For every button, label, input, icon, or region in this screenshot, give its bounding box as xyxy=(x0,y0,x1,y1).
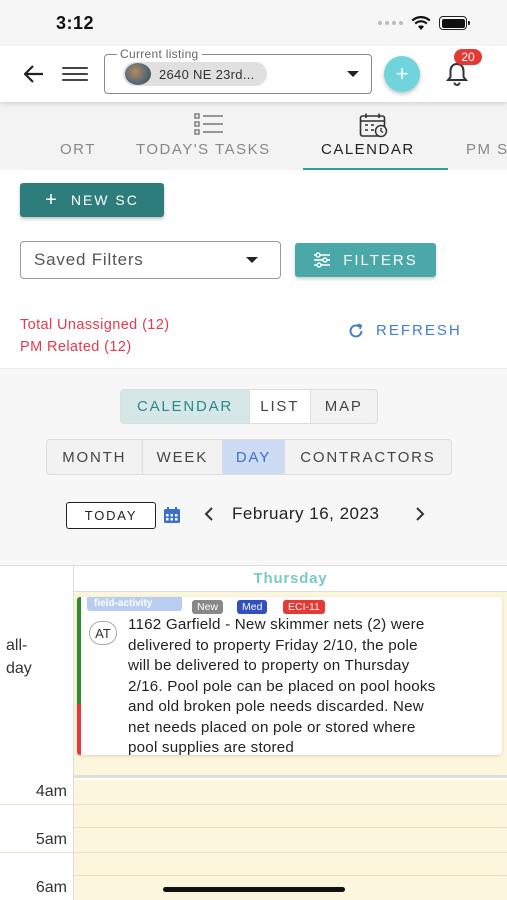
tab-pm-schedule[interactable]: PM S xyxy=(466,102,507,170)
time-slot-row: 5am xyxy=(0,828,507,876)
pm-related-link[interactable]: PM Related (12) xyxy=(20,339,132,355)
time-label: 5am xyxy=(35,831,67,848)
active-tab-indicator xyxy=(303,168,448,170)
view-calendar-button[interactable]: CALENDAR xyxy=(121,390,250,423)
battery-icon xyxy=(439,16,470,30)
tab-report[interactable]: ORT xyxy=(60,102,96,170)
wifi-icon xyxy=(411,15,431,30)
notification-count-badge: 20 xyxy=(454,49,482,65)
tab-calendar[interactable]: CALENDAR xyxy=(321,102,415,170)
range-day-button[interactable]: DAY xyxy=(223,440,285,474)
new-sc-button[interactable]: + NEW SC xyxy=(20,183,164,217)
plus-icon: + xyxy=(45,189,59,211)
status-icons xyxy=(378,15,470,31)
refresh-icon xyxy=(349,323,363,337)
status-bar: 3:12 xyxy=(0,0,507,46)
chevron-down-icon[interactable] xyxy=(246,257,258,263)
current-listing-select[interactable]: Current listing 2640 NE 23rd... xyxy=(104,47,372,94)
tab-label: TODAY'S TASKS xyxy=(136,141,271,158)
listing-chip-text: 2640 NE 23rd... xyxy=(159,66,255,82)
refresh-button[interactable]: REFRESH xyxy=(348,322,462,339)
signal-icon xyxy=(378,21,403,25)
current-date-title: February 16, 2023 xyxy=(232,504,380,523)
calendar-picker-icon[interactable] xyxy=(163,506,181,524)
day-grid: Thursday all- day field-activity New Med… xyxy=(0,565,507,900)
tabs-bar: ORT TODAY'S TASKS CALENDAR PM S xyxy=(0,102,507,170)
chevron-down-icon[interactable] xyxy=(347,71,359,77)
grid-divider xyxy=(73,566,74,900)
refresh-label: REFRESH xyxy=(376,322,462,339)
tab-label: CALENDAR xyxy=(321,141,415,158)
new-sc-label: NEW SC xyxy=(70,192,139,208)
day-header: Thursday xyxy=(74,566,507,592)
home-indicator xyxy=(163,887,345,892)
checklist-icon xyxy=(194,113,223,135)
event-status-bar-green xyxy=(77,597,81,704)
allday-label: all- day xyxy=(6,637,32,677)
notifications-button[interactable]: 20 xyxy=(442,49,482,89)
tab-label: ORT xyxy=(60,141,96,158)
filters-label: FILTERS xyxy=(343,251,418,269)
back-arrow-icon[interactable] xyxy=(22,62,46,86)
priority-badge-med: Med xyxy=(237,600,268,614)
filters-button[interactable]: FILTERS xyxy=(295,243,436,277)
event-card[interactable]: field-activity New Med ECI-11 AT 1162 Ga… xyxy=(77,597,502,756)
bell-icon xyxy=(446,62,468,86)
event-type-tag: field-activity xyxy=(87,597,182,611)
range-mode-toggle: MONTH WEEK DAY CONTRACTORS xyxy=(46,439,452,475)
sliders-icon xyxy=(314,252,331,268)
status-badge-new: New xyxy=(192,600,224,614)
add-button[interactable]: + xyxy=(384,56,420,92)
eci-badge: ECI-11 xyxy=(283,600,325,614)
tab-label: PM S xyxy=(466,141,507,158)
assignee-avatar: AT xyxy=(89,621,117,645)
event-status-bar-red xyxy=(77,704,81,755)
range-month-button[interactable]: MONTH xyxy=(47,440,143,474)
saved-filters-select[interactable]: Saved Filters xyxy=(20,241,281,279)
total-unassigned-link[interactable]: Total Unassigned (12) xyxy=(20,317,169,333)
chevron-left-icon[interactable] xyxy=(203,505,215,523)
range-contractors-button[interactable]: CONTRACTORS xyxy=(285,440,451,474)
today-button[interactable]: TODAY xyxy=(66,502,156,529)
app-header: Current listing 2640 NE 23rd... + 20 xyxy=(0,46,507,102)
view-mode-toggle: CALENDAR LIST MAP xyxy=(120,389,378,424)
view-list-button[interactable]: LIST xyxy=(249,390,311,423)
listing-chip[interactable]: 2640 NE 23rd... xyxy=(123,62,267,86)
range-week-button[interactable]: WEEK xyxy=(143,440,224,474)
time-slot-row: 4am xyxy=(0,780,507,828)
listing-label: Current listing xyxy=(117,47,202,61)
time-label: 6am xyxy=(35,879,67,896)
hamburger-menu-icon[interactable] xyxy=(62,62,88,86)
status-time: 3:12 xyxy=(56,12,95,33)
chevron-right-icon[interactable] xyxy=(414,505,426,523)
calendar-clock-icon xyxy=(359,113,388,138)
tab-todays-tasks[interactable]: TODAY'S TASKS xyxy=(136,102,271,170)
time-label: 4am xyxy=(35,783,67,800)
view-map-button[interactable]: MAP xyxy=(311,390,377,423)
listing-thumbnail xyxy=(125,63,151,85)
event-description: 1162 Garfield - New skimmer nets (2) wer… xyxy=(128,616,436,756)
saved-filters-placeholder: Saved Filters xyxy=(34,250,144,269)
